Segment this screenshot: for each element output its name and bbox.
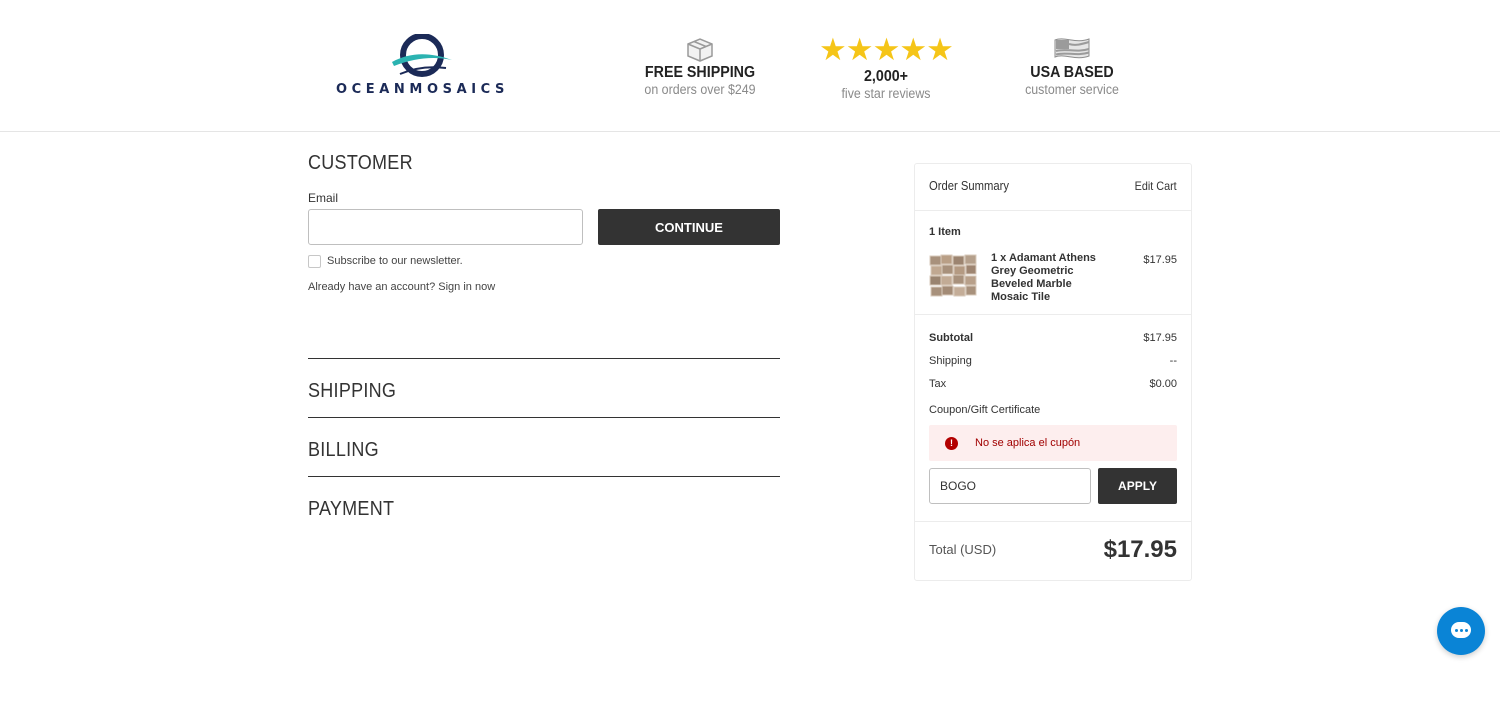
- chat-dot: [1465, 629, 1468, 632]
- apply-coupon-button[interactable]: APPLY: [1098, 468, 1177, 504]
- chat-dot: [1460, 629, 1463, 632]
- order-summary-header: Order Summary Edit Cart: [915, 164, 1191, 211]
- total-value: $17.95: [1103, 536, 1177, 563]
- email-label: Email: [308, 191, 339, 205]
- product-thumbnail[interactable]: [929, 254, 977, 298]
- reviews-badge: ★★★★★ 2,000+ five star reviews: [806, 34, 966, 102]
- site-header: OCEANMOSAICS FREE SHIPPING on orders ove…: [0, 0, 1500, 132]
- logo-text: OCEANMOSAICS: [336, 82, 510, 97]
- shipping-row: Shipping --: [929, 355, 1177, 367]
- chat-button[interactable]: [1437, 607, 1485, 655]
- chat-dot: [1455, 629, 1458, 632]
- sign-in-prefix: Already have an account?: [308, 281, 436, 293]
- shipping-value: --: [1169, 355, 1177, 367]
- item-count: 1 Item: [929, 226, 961, 238]
- error-icon: !: [945, 437, 958, 450]
- reviews-title: 2,000+: [863, 68, 909, 85]
- sign-in-prompt: Already have an account? Sign in now: [308, 281, 495, 293]
- ocean-mosaics-logo[interactable]: OCEANMOSAICS: [336, 32, 508, 100]
- section-divider: [308, 417, 780, 418]
- usa-based-title: USA BASED: [1030, 64, 1114, 81]
- subtotal-value: $17.95: [1143, 332, 1177, 344]
- shipping-label: Shipping: [929, 355, 972, 367]
- order-summary: Order Summary Edit Cart 1 Item 1 x Adama…: [914, 163, 1192, 581]
- five-star-icon: ★★★★★: [819, 32, 954, 68]
- box-icon: [687, 38, 713, 62]
- total-label: Total (USD): [929, 542, 997, 557]
- free-shipping-title: FREE SHIPPING: [644, 64, 756, 81]
- us-flag-icon: [1054, 38, 1090, 59]
- free-shipping-badge: FREE SHIPPING on orders over $249: [630, 34, 770, 98]
- coupon-error-text: No se aplica el cupón: [975, 437, 1081, 449]
- sign-in-link[interactable]: Sign in now: [438, 281, 495, 293]
- free-shipping-subtitle: on orders over $249: [644, 82, 756, 97]
- summary-divider: [915, 521, 1191, 522]
- billing-section-title[interactable]: BILLING: [308, 439, 379, 462]
- usa-based-subtitle: customer service: [1025, 82, 1119, 97]
- coupon-error-alert: ! No se aplica el cupón: [929, 425, 1177, 461]
- item-name: 1 x Adamant Athens Grey Geometric Bevele…: [991, 252, 1096, 303]
- payment-section-title[interactable]: PAYMENT: [308, 498, 394, 521]
- section-divider: [308, 476, 780, 477]
- tax-row: Tax $0.00: [929, 378, 1177, 390]
- continue-button[interactable]: CONTINUE: [598, 209, 780, 245]
- order-summary-title: Order Summary: [929, 179, 1010, 193]
- email-field[interactable]: [308, 209, 583, 245]
- shipping-section-title[interactable]: SHIPPING: [308, 380, 396, 403]
- item-price: $17.95: [1143, 254, 1177, 266]
- customer-section-title: CUSTOMER: [308, 152, 413, 174]
- usa-based-badge: USA BASED customer service: [1002, 34, 1142, 98]
- tax-label: Tax: [929, 378, 947, 390]
- edit-cart-link[interactable]: Edit Cart: [1135, 179, 1177, 193]
- tax-value: $0.00: [1149, 378, 1177, 390]
- logo-mark-icon: [392, 34, 452, 77]
- newsletter-label[interactable]: Subscribe to our newsletter.: [327, 255, 463, 267]
- subtotal-row: Subtotal $17.95: [929, 332, 1177, 344]
- summary-divider: [915, 314, 1191, 315]
- reviews-subtitle: five star reviews: [841, 86, 931, 101]
- newsletter-checkbox[interactable]: [308, 255, 321, 268]
- coupon-input[interactable]: [929, 468, 1091, 504]
- subtotal-label: Subtotal: [929, 332, 973, 344]
- coupon-label: Coupon/Gift Certificate: [929, 404, 1041, 416]
- section-divider: [308, 358, 780, 359]
